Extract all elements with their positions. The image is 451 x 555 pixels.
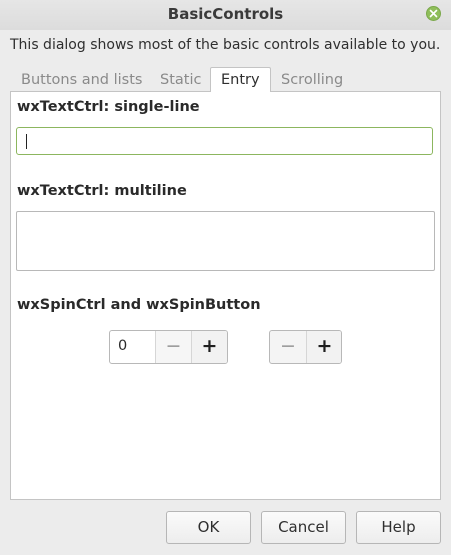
spin-label: wxSpinCtrl and wxSpinButton (17, 297, 261, 313)
spin-button[interactable]: − + (269, 330, 342, 364)
spin-ctrl-decrement-button[interactable]: − (155, 331, 191, 363)
single-line-label: wxTextCtrl: single-line (17, 99, 200, 115)
spin-button-decrement[interactable]: − (270, 331, 306, 363)
spin-ctrl-value[interactable]: 0 (118, 338, 127, 354)
tab-static[interactable]: Static (160, 69, 201, 92)
single-line-text-input[interactable] (16, 127, 433, 155)
close-icon (429, 9, 438, 18)
window-title: BasicControls (167, 5, 284, 23)
spin-button-increment[interactable]: + (306, 331, 341, 363)
spin-ctrl-increment-button[interactable]: + (191, 331, 227, 363)
text-caret (26, 134, 27, 149)
spin-ctrl[interactable]: 0 − + (109, 330, 228, 364)
ok-button[interactable]: OK (166, 511, 251, 544)
help-button[interactable]: Help (356, 511, 441, 544)
tab-panel-entry: wxTextCtrl: single-line wxTextCtrl: mult… (10, 91, 441, 500)
tab-entry[interactable]: Entry (210, 67, 271, 92)
tab-scrolling[interactable]: Scrolling (281, 69, 343, 92)
dialog-window: BasicControls This dialog shows most of … (0, 0, 451, 555)
cancel-button[interactable]: Cancel (261, 511, 346, 544)
close-button[interactable] (426, 6, 441, 21)
multiline-text-input[interactable] (16, 211, 435, 271)
tab-buttons-and-lists[interactable]: Buttons and lists (21, 69, 142, 92)
intro-text: This dialog shows most of the basic cont… (10, 37, 441, 53)
multiline-label: wxTextCtrl: multiline (17, 183, 187, 199)
titlebar[interactable]: BasicControls (0, 0, 451, 30)
